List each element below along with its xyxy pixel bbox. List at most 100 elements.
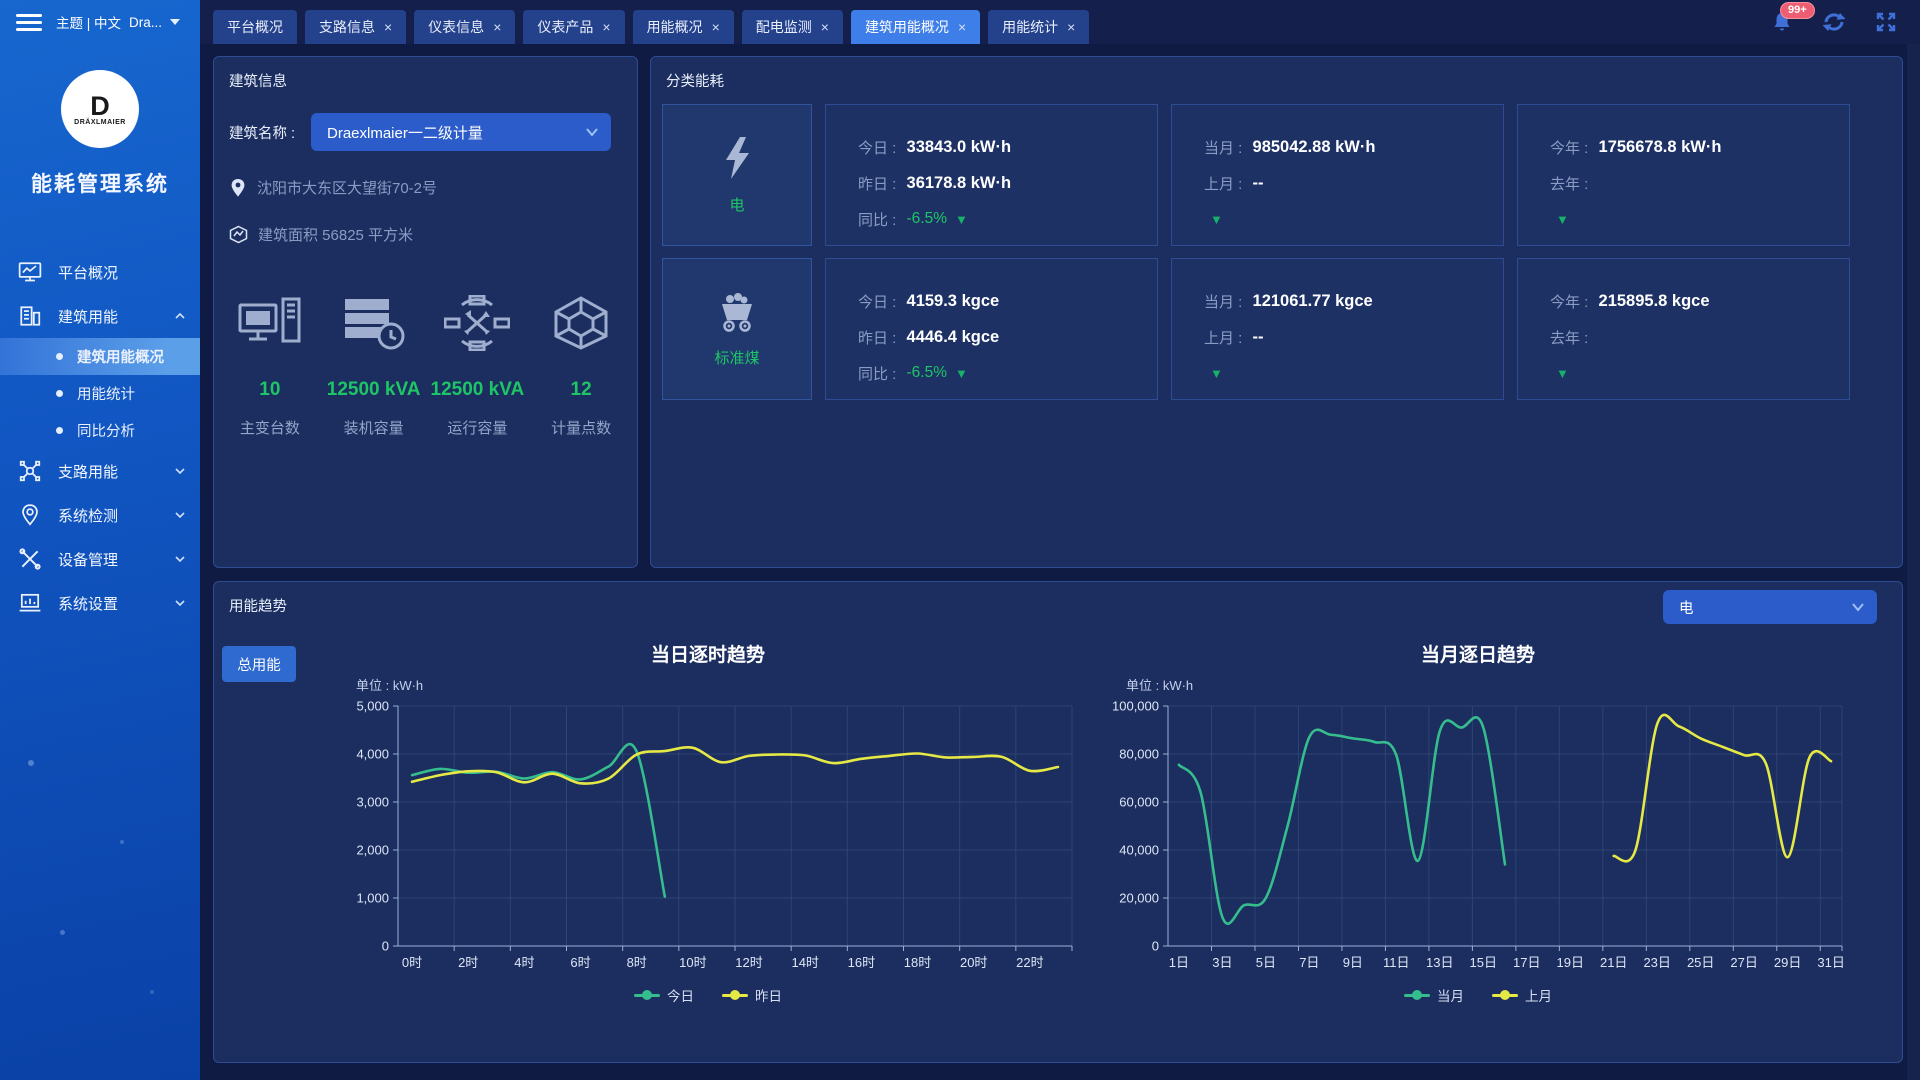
- sidebar-item-branch-energy[interactable]: 支路用能: [0, 449, 200, 493]
- svg-text:5,000: 5,000: [356, 699, 389, 714]
- notification-bell-icon[interactable]: 99+: [1768, 8, 1796, 36]
- settings-icon: [18, 591, 42, 615]
- tab-power-monitoring[interactable]: 配电监测×: [742, 10, 843, 44]
- electricity-label: 电: [729, 194, 744, 215]
- svg-text:5日: 5日: [1256, 955, 1276, 970]
- trend-down-icon: ▼: [955, 366, 968, 381]
- svg-text:2时: 2时: [458, 955, 478, 970]
- close-icon[interactable]: ×: [821, 20, 829, 34]
- sidebar-item-energy-statistics[interactable]: 用能统计: [0, 375, 200, 412]
- stat-running-capacity: 12500 kVA 运行容量: [426, 289, 530, 438]
- electricity-month-card: 当月 : 985042.88 kW·h 上月 : -- ▼: [1171, 104, 1504, 246]
- close-icon[interactable]: ×: [493, 20, 501, 34]
- chevron-down-icon: [174, 597, 186, 609]
- company-logo: D DRÄXLMAIER: [61, 70, 139, 148]
- svg-text:2,000: 2,000: [356, 843, 389, 858]
- branch-icon: [18, 459, 42, 483]
- svg-text:20时: 20时: [960, 955, 987, 970]
- legend-item[interactable]: 上月: [1492, 985, 1552, 1005]
- svg-text:18时: 18时: [904, 955, 931, 970]
- building-area: 建筑面积 56825 平方米: [258, 224, 413, 245]
- svg-text:22时: 22时: [1016, 955, 1043, 970]
- coal-cart-icon: [714, 291, 760, 333]
- scrollbar[interactable]: [1907, 44, 1920, 1080]
- total-energy-button[interactable]: 总用能: [222, 646, 296, 682]
- svg-text:25日: 25日: [1687, 955, 1714, 970]
- svg-text:0: 0: [382, 939, 389, 954]
- svg-text:20,000: 20,000: [1119, 891, 1159, 906]
- close-icon[interactable]: ×: [958, 20, 966, 34]
- app-title: 能耗管理系统: [0, 168, 200, 198]
- category-energy-panel: 分类能耗 电 今日 : 33843.0 kW·h 昨日 : 36178.8 kW…: [650, 56, 1903, 568]
- monthly-chart-title: 当月逐日趋势: [1104, 640, 1852, 667]
- svg-text:19日: 19日: [1556, 955, 1583, 970]
- tools-icon: [18, 547, 42, 571]
- bullet-icon: [56, 427, 63, 434]
- close-icon[interactable]: ×: [384, 20, 392, 34]
- decorative-dot: [28, 760, 34, 766]
- electricity-year-card: 今年 : 1756678.8 kW·h 去年 : ▼: [1517, 104, 1850, 246]
- tab-branch-info[interactable]: 支路信息×: [305, 10, 406, 44]
- user-caret-icon[interactable]: [170, 19, 180, 25]
- coal-day-card: 今日 : 4159.3 kgce 昨日 : 4446.4 kgce 同比 : -…: [825, 258, 1158, 400]
- sidebar-item-system-detection[interactable]: 系统检测: [0, 493, 200, 537]
- monthly-trend-chart: 当月逐日趋势 单位 : kW·h 020,00040,00060,00080,0…: [1104, 640, 1852, 1005]
- energy-trend-panel: 用能趋势 电 总用能 当日逐时趋势 单位 : kW·h 01,0002,0003…: [213, 581, 1903, 1063]
- sidebar-menu: 平台概况 建筑用能 建筑用能概况 用能统计 同比分析: [0, 250, 200, 625]
- location-pin-icon: [229, 178, 247, 198]
- sidebar-item-building-energy[interactable]: 建筑用能: [0, 294, 200, 338]
- tab-meter-info[interactable]: 仪表信息×: [414, 10, 515, 44]
- theme-language-label[interactable]: 主题 | 中文: [56, 12, 121, 32]
- coal-label: 标准煤: [714, 347, 759, 368]
- menu-toggle-icon[interactable]: [16, 10, 42, 35]
- close-icon[interactable]: ×: [712, 20, 720, 34]
- sidebar-item-system-settings[interactable]: 系统设置: [0, 581, 200, 625]
- trend-down-icon: ▼: [1556, 366, 1569, 381]
- svg-text:14时: 14时: [791, 955, 818, 970]
- svg-text:100,000: 100,000: [1112, 699, 1159, 714]
- svg-text:21日: 21日: [1600, 955, 1627, 970]
- svg-text:60,000: 60,000: [1119, 795, 1159, 810]
- tab-energy-overview[interactable]: 用能概况×: [633, 10, 734, 44]
- mesh-icon: [548, 295, 614, 351]
- svg-text:23日: 23日: [1643, 955, 1670, 970]
- legend-item[interactable]: 今日: [634, 985, 694, 1005]
- daily-chart-legend: 今日 昨日: [334, 985, 1082, 1005]
- tab-platform-overview[interactable]: 平台概况: [213, 10, 297, 44]
- legend-item[interactable]: 当月: [1404, 985, 1464, 1005]
- building-info-title: 建筑信息: [214, 57, 637, 91]
- user-menu[interactable]: Dra...: [129, 15, 162, 30]
- legend-marker-icon: [722, 990, 748, 1000]
- daily-chart-plot: 01,0002,0003,0004,0005,0000时2时4时6时8时10时1…: [334, 694, 1082, 983]
- refresh-icon[interactable]: [1820, 8, 1848, 36]
- svg-text:1,000: 1,000: [356, 891, 389, 906]
- tab-meter-product[interactable]: 仪表产品×: [523, 10, 624, 44]
- svg-text:27日: 27日: [1730, 955, 1757, 970]
- building-name-select[interactable]: Draexlmaier一二级计量: [311, 113, 611, 151]
- sidebar-item-yoy-analysis[interactable]: 同比分析: [0, 412, 200, 449]
- chevron-down-icon: [174, 465, 186, 477]
- svg-text:13日: 13日: [1426, 955, 1453, 970]
- tab-energy-statistics[interactable]: 用能统计×: [988, 10, 1089, 44]
- sidebar-item-device-management[interactable]: 设备管理: [0, 537, 200, 581]
- stat-metering-points: 12 计量点数: [529, 289, 633, 438]
- legend-marker-icon: [634, 990, 660, 1000]
- building-area-row: 建筑面积 56825 平方米: [229, 224, 637, 245]
- logo-brand-text: DRÄXLMAIER: [74, 119, 126, 126]
- svg-text:4时: 4时: [514, 955, 534, 970]
- legend-item[interactable]: 昨日: [722, 985, 782, 1005]
- trend-down-icon: ▼: [1210, 212, 1223, 227]
- close-icon[interactable]: ×: [1067, 20, 1075, 34]
- sidebar-item-building-energy-overview[interactable]: 建筑用能概况: [0, 338, 200, 375]
- energy-type-select[interactable]: 电: [1663, 590, 1877, 624]
- electricity-day-card: 今日 : 33843.0 kW·h 昨日 : 36178.8 kW·h 同比 :…: [825, 104, 1158, 246]
- svg-text:31日: 31日: [1817, 955, 1844, 970]
- svg-text:15日: 15日: [1470, 955, 1497, 970]
- building-stats: 10 主变台数 12500 kVA 装机容量: [214, 289, 637, 438]
- fullscreen-icon[interactable]: [1872, 8, 1900, 36]
- legend-marker-icon: [1492, 990, 1518, 1000]
- svg-text:1日: 1日: [1169, 955, 1189, 970]
- sidebar-item-platform-overview[interactable]: 平台概况: [0, 250, 200, 294]
- tab-building-energy-overview[interactable]: 建筑用能概况×: [851, 10, 980, 44]
- close-icon[interactable]: ×: [602, 20, 610, 34]
